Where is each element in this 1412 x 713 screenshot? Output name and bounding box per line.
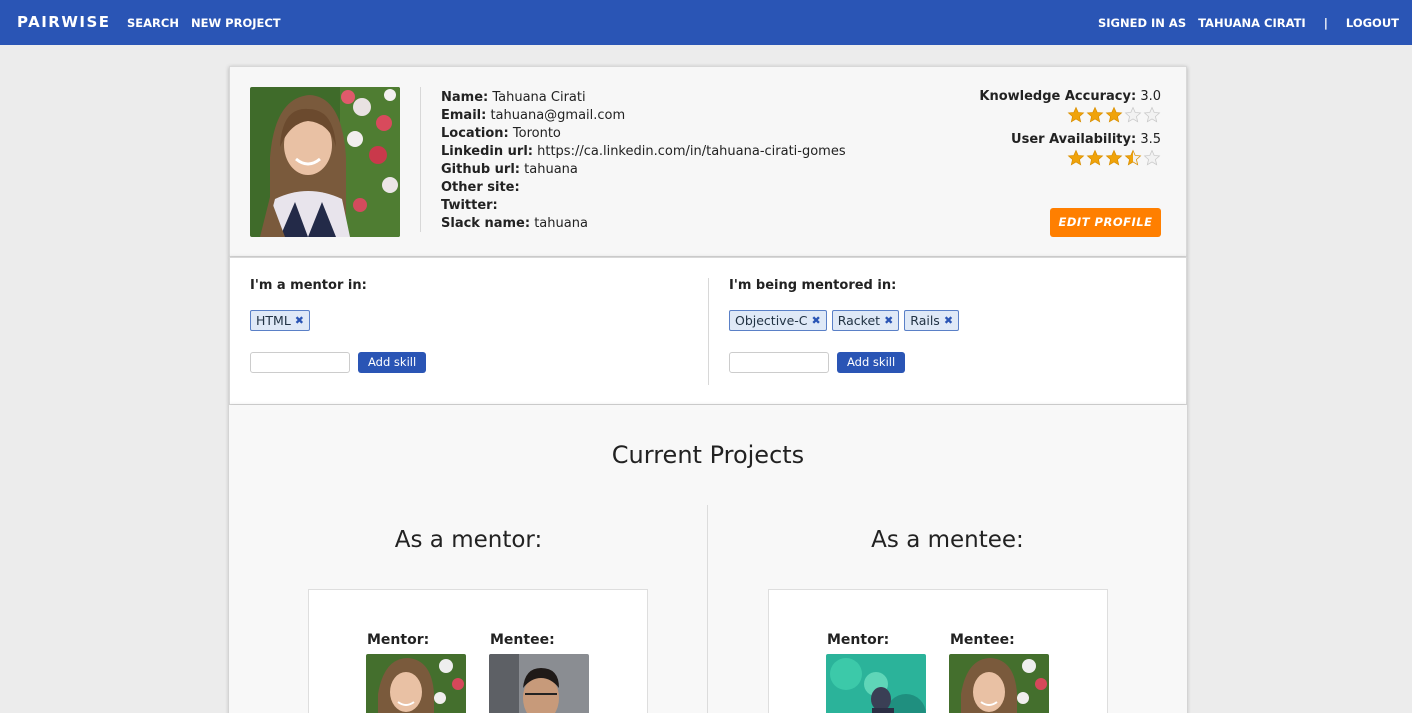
nav-user-area: SIGNED IN AS TAHUANA CIRATI | LOGOUT (1098, 16, 1399, 30)
skill-tag: Rails ✖ (904, 310, 960, 331)
profile-divider (420, 87, 421, 232)
profile-field-github: Github url: tahuana (441, 162, 578, 177)
profile-field-slack: Slack name: tahuana (441, 216, 588, 231)
profile-field-linkedin: Linkedin url: https://ca.linkedin.com/in… (441, 144, 846, 159)
mentor-skill-input[interactable] (250, 352, 350, 373)
mentee-label: Mentee: (490, 632, 555, 648)
profile-field-location: Location: Toronto (441, 126, 561, 141)
mentee-label: Mentee: (950, 632, 1015, 648)
remove-tag-icon[interactable]: ✖ (812, 311, 821, 330)
current-projects-title: Current Projects (611, 441, 805, 469)
nav-separator: | (1323, 16, 1328, 30)
mentee-skill-input[interactable] (729, 352, 829, 373)
star-icon (1105, 149, 1123, 166)
star-icon (1124, 149, 1142, 166)
skills-divider (708, 278, 709, 385)
mentee-project-card[interactable]: Mentor: Mentee: (768, 589, 1108, 713)
profile-card: Name: Tahuana Cirati Email: tahuana@gmai… (229, 66, 1187, 257)
skill-tag-label: HTML (256, 313, 291, 328)
as-mentee-heading: As a mentee: (871, 527, 1024, 553)
profile-field-twitter: Twitter: (441, 198, 498, 213)
profile-field-name: Name: Tahuana Cirati (441, 90, 586, 105)
skill-tag: HTML ✖ (250, 310, 311, 331)
profile-field-email: Email: tahuana@gmail.com (441, 108, 626, 123)
profile-field-other-site: Other site: (441, 180, 520, 195)
mentee-skill-tags: Objective-C ✖ Racket ✖ Rails ✖ (729, 310, 1169, 331)
remove-tag-icon[interactable]: ✖ (944, 311, 953, 330)
profile-avatar (250, 87, 400, 237)
star-icon (1067, 149, 1085, 166)
profile-info: Name: Tahuana Cirati Email: tahuana@gmai… (441, 89, 846, 233)
signed-in-label: SIGNED IN AS (1097, 16, 1187, 30)
brand-logo[interactable]: PAIRWISE (17, 13, 111, 31)
star-icon (1124, 106, 1142, 123)
mentor-skills: I'm a mentor in: HTML ✖ Add skill (250, 278, 690, 373)
star-icon (1086, 149, 1104, 166)
mentor-label: Mentor: (367, 632, 430, 648)
mentor-avatar[interactable] (826, 654, 926, 713)
skills-card: I'm a mentor in: HTML ✖ Add skill I'm bei… (229, 257, 1187, 405)
skill-tag: Objective-C ✖ (729, 310, 827, 331)
star-icon (1105, 106, 1123, 123)
edit-profile-button[interactable]: EDIT PROFILE (1050, 208, 1161, 237)
nav-search-link[interactable]: SEARCH (127, 16, 179, 30)
mentor-add-skill-button[interactable]: Add skill (358, 352, 427, 373)
projects-card: Current Projects As a mentor: As a mente… (229, 405, 1187, 713)
mentor-project-card[interactable]: Mentor: Mentee: (308, 589, 648, 713)
star-icon (1067, 106, 1085, 123)
skill-tag-label: Racket (837, 313, 881, 328)
availability-label: User Availability: 3.5 (1011, 132, 1161, 147)
mentor-add-row: Add skill (250, 352, 690, 373)
knowledge-accuracy-label: Knowledge Accuracy: 3.0 (979, 89, 1161, 104)
mentee-skills: I'm being mentored in: Objective-C ✖ Racke… (729, 278, 1169, 373)
skill-tag: Racket ✖ (831, 310, 900, 331)
mentor-skill-tags: HTML ✖ (250, 310, 690, 331)
remove-tag-icon[interactable]: ✖ (295, 311, 304, 330)
knowledge-stars (979, 106, 1161, 124)
remove-tag-icon[interactable]: ✖ (884, 311, 893, 330)
star-icon (1143, 149, 1161, 166)
linkedin-link[interactable]: https://ca.linkedin.com/in/tahuana-cirat… (537, 144, 846, 159)
mentee-avatar[interactable] (949, 654, 1049, 713)
star-icon (1086, 106, 1104, 123)
mentee-skills-heading: I'm being mentored in: (729, 278, 897, 293)
availability-stars (979, 149, 1161, 167)
skill-tag-label: Rails (910, 313, 940, 328)
signed-in-user[interactable]: TAHUANA CIRATI (1198, 16, 1306, 30)
as-mentor-heading: As a mentor: (394, 527, 543, 553)
skill-tag-label: Objective-C (735, 313, 808, 328)
top-navbar: PAIRWISE SEARCH NEW PROJECT SIGNED IN AS… (0, 0, 1412, 45)
ratings-panel: Knowledge Accuracy: 3.0 User Availabilit… (979, 89, 1161, 175)
star-icon (1143, 106, 1161, 123)
mentee-add-skill-button[interactable]: Add skill (837, 352, 906, 373)
mentee-avatar[interactable] (489, 654, 589, 713)
nav-new-project-link[interactable]: NEW PROJECT (191, 16, 281, 30)
mentee-add-row: Add skill (729, 352, 1169, 373)
mentor-label: Mentor: (827, 632, 890, 648)
logout-link[interactable]: LOGOUT (1346, 16, 1399, 30)
mentor-skills-heading: I'm a mentor in: (250, 278, 367, 293)
mentor-avatar[interactable] (366, 654, 466, 713)
